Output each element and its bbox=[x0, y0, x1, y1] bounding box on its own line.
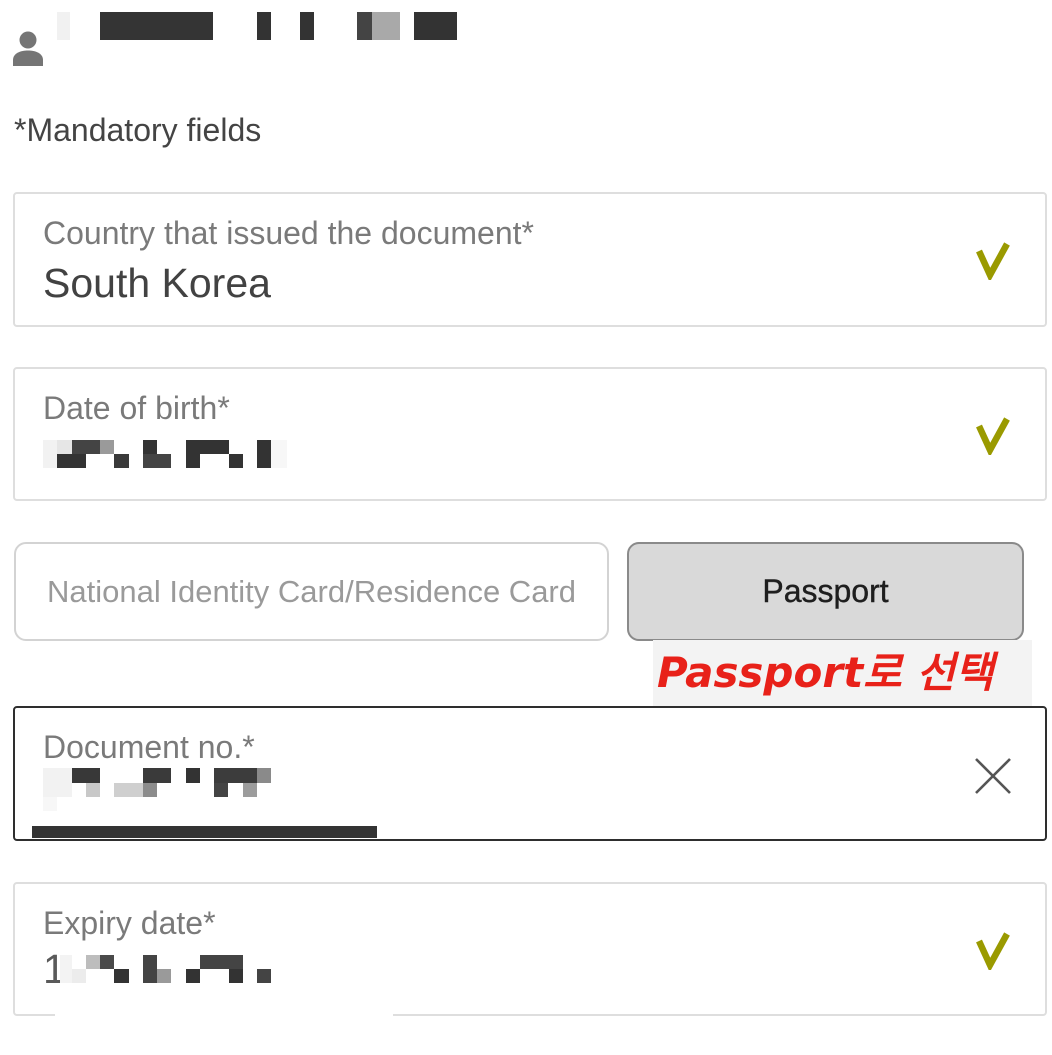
redaction-pixel bbox=[143, 969, 157, 983]
redaction-pixel bbox=[200, 955, 243, 969]
redaction-pixel bbox=[257, 454, 271, 468]
redaction-pixel bbox=[357, 12, 372, 40]
date-of-birth-field[interactable]: Date of birth* bbox=[13, 367, 1047, 501]
redaction-pixel bbox=[243, 783, 257, 797]
dob-value-redaction bbox=[43, 440, 287, 468]
redaction-pixel bbox=[100, 955, 114, 969]
redaction-pixel bbox=[143, 768, 171, 783]
redaction-pixel bbox=[143, 440, 157, 454]
redaction-pixel bbox=[60, 955, 72, 983]
redaction-pixel bbox=[229, 454, 243, 468]
redaction-cover bbox=[55, 1000, 393, 1020]
redaction-pixel bbox=[157, 969, 171, 983]
redaction-pixel bbox=[57, 454, 86, 468]
redaction-pixel bbox=[186, 969, 200, 983]
redaction-pixel bbox=[86, 783, 100, 797]
header-name-redaction bbox=[57, 12, 457, 40]
redaction-pixel bbox=[57, 440, 72, 454]
redaction-bar bbox=[32, 826, 377, 838]
redaction-pixel bbox=[43, 768, 72, 797]
redaction-pixel bbox=[43, 440, 57, 468]
expiry-date-field[interactable]: Expiry date* 1 bbox=[13, 882, 1047, 1016]
close-icon[interactable] bbox=[974, 757, 1012, 795]
annotation-text: Passport로 선택 bbox=[657, 648, 994, 697]
checkmark-stroke bbox=[976, 417, 1010, 455]
redaction-pixel bbox=[72, 440, 100, 454]
redaction-pixel bbox=[300, 12, 314, 40]
redaction-pixel bbox=[186, 454, 200, 468]
checkmark-stroke bbox=[976, 242, 1010, 280]
redaction-pixel bbox=[143, 955, 157, 969]
redaction-pixel bbox=[186, 768, 200, 783]
doc-type-passport-label: Passport bbox=[762, 573, 889, 609]
redaction-pixel bbox=[114, 969, 129, 983]
redaction-pixel bbox=[100, 440, 114, 454]
checkmark-icon bbox=[976, 417, 1010, 455]
checkmark-stroke bbox=[976, 932, 1010, 970]
redaction-pixel bbox=[114, 783, 143, 797]
document-number-field-label: Document no.* bbox=[43, 729, 255, 765]
redaction-pixel bbox=[214, 783, 228, 797]
redaction-pixel bbox=[229, 969, 243, 983]
document-number-field[interactable]: Document no.* bbox=[13, 706, 1047, 841]
redaction-pixel bbox=[257, 440, 271, 454]
person-icon-body bbox=[13, 50, 43, 66]
person-icon-head bbox=[19, 31, 37, 49]
redaction-pixel bbox=[257, 12, 271, 40]
doc-type-id-card-button[interactable]: National Identity Card/Residence Card bbox=[14, 542, 609, 641]
country-field-value: South Korea bbox=[43, 260, 271, 306]
date-of-birth-field-label: Date of birth* bbox=[43, 390, 230, 426]
mandatory-fields-note: *Mandatory fields bbox=[14, 112, 262, 148]
redaction-pixel bbox=[57, 12, 70, 40]
redaction-pixel bbox=[186, 440, 229, 454]
redaction-pixel bbox=[143, 783, 157, 797]
redaction-pixel bbox=[257, 969, 271, 983]
redaction-pixel bbox=[43, 797, 57, 811]
redaction-pixel bbox=[214, 768, 257, 783]
redaction-pixel bbox=[114, 454, 129, 468]
checkmark-icon bbox=[976, 242, 1010, 280]
country-field-label: Country that issued the document* bbox=[43, 215, 534, 251]
country-field[interactable]: Country that issued the document* South … bbox=[13, 192, 1047, 327]
docno-value-redaction bbox=[43, 768, 271, 811]
redaction-pixel bbox=[257, 768, 271, 783]
redaction-pixel bbox=[72, 768, 100, 783]
redaction-pixel bbox=[414, 12, 457, 40]
redaction-pixel bbox=[271, 440, 287, 468]
redaction-pixel bbox=[86, 955, 100, 969]
expiry-value-redaction bbox=[60, 955, 271, 983]
annotation-callout: Passport로 선택 bbox=[653, 640, 1032, 706]
redaction-pixel bbox=[72, 969, 86, 983]
redaction-pixel bbox=[143, 454, 171, 468]
redaction-pixel bbox=[372, 12, 400, 40]
doc-type-id-card-label: National Identity Card/Residence Card bbox=[47, 573, 576, 609]
checkmark-icon bbox=[976, 932, 1010, 970]
doc-type-passport-button[interactable]: Passport bbox=[627, 542, 1024, 641]
expiry-date-field-label: Expiry date* bbox=[43, 905, 216, 941]
redaction-pixel bbox=[100, 12, 213, 40]
person-icon bbox=[13, 31, 43, 66]
